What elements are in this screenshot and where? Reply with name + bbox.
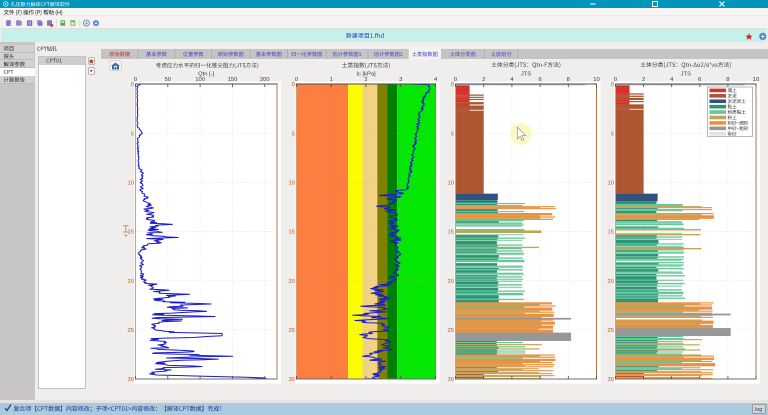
svg-text:30: 30 <box>608 377 614 383</box>
svg-text:25: 25 <box>288 328 294 334</box>
svg-text:6: 6 <box>538 77 541 83</box>
svg-text:2: 2 <box>364 77 367 83</box>
svg-text:150: 150 <box>228 77 238 83</box>
svg-text:20: 20 <box>448 279 454 285</box>
svg-text:100: 100 <box>195 77 205 83</box>
svg-text:6: 6 <box>698 77 701 83</box>
svg-text:log: log <box>755 407 762 413</box>
svg-text:JTS: JTS <box>681 71 691 77</box>
svg-text:0: 0 <box>134 77 137 83</box>
svg-text:10: 10 <box>288 180 294 186</box>
svg-text:5: 5 <box>131 131 134 137</box>
svg-text:8: 8 <box>567 77 570 83</box>
svg-text:15: 15 <box>288 230 294 236</box>
svg-text:0: 0 <box>451 82 454 88</box>
svg-text:25: 25 <box>448 328 454 334</box>
svg-text:10: 10 <box>753 77 759 83</box>
svg-text:30: 30 <box>448 377 454 383</box>
svg-text:30: 30 <box>128 377 134 383</box>
svg-text:0: 0 <box>131 82 134 88</box>
svg-text:10: 10 <box>608 180 614 186</box>
svg-text:0: 0 <box>614 77 617 83</box>
svg-text:20: 20 <box>608 279 614 285</box>
svg-text:0: 0 <box>292 82 295 88</box>
svg-text:10: 10 <box>593 77 599 83</box>
svg-text:200: 200 <box>260 77 270 83</box>
svg-text:Ic [kPa]: Ic [kPa] <box>356 71 376 77</box>
svg-text:0: 0 <box>295 77 298 83</box>
svg-text:15: 15 <box>448 230 454 236</box>
svg-text:15: 15 <box>608 230 614 236</box>
svg-text:10: 10 <box>448 180 454 186</box>
svg-text:8: 8 <box>726 77 729 83</box>
svg-text:1: 1 <box>330 77 333 83</box>
svg-text:20: 20 <box>288 279 294 285</box>
svg-text:50: 50 <box>165 77 171 83</box>
svg-text:0: 0 <box>611 82 614 88</box>
svg-text:3: 3 <box>399 77 402 83</box>
svg-text:0: 0 <box>454 77 457 83</box>
svg-text:5: 5 <box>611 131 614 137</box>
svg-text:2: 2 <box>642 77 645 83</box>
svg-text:5: 5 <box>451 131 454 137</box>
svg-text:25: 25 <box>128 328 134 334</box>
svg-text:25: 25 <box>608 328 614 334</box>
svg-text:20: 20 <box>128 279 134 285</box>
svg-text:5: 5 <box>292 131 295 137</box>
svg-text:JTS: JTS <box>521 71 531 77</box>
svg-text:10: 10 <box>128 180 134 186</box>
svg-text:30: 30 <box>288 377 294 383</box>
svg-text:15: 15 <box>128 230 134 236</box>
svg-text:Qtn [-]: Qtn [-] <box>198 71 214 77</box>
svg-text:2: 2 <box>482 77 485 83</box>
